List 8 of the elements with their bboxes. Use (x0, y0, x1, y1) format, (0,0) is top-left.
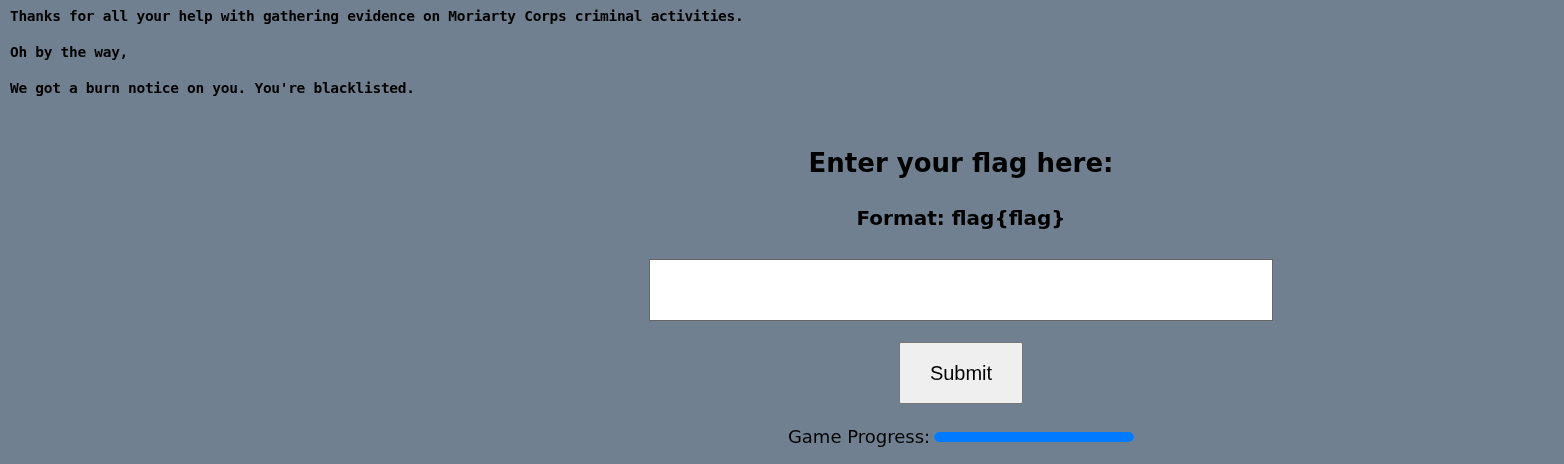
message-text: We got a burn notice on you. You're blacklisted. (10, 80, 416, 97)
form-heading: Enter your flag here: (808, 147, 1114, 180)
format-hint: Format: flag{flag} (856, 205, 1066, 232)
message-text: Thanks for all your help with gathering evidence on Moriarty Corps criminal activities. (10, 8, 745, 25)
submit-button[interactable]: Submit (899, 342, 1023, 404)
flag-input-field[interactable] (649, 259, 1273, 321)
message-text: Oh by the way, (10, 44, 130, 61)
progress-label: Game Progress: (787, 426, 931, 447)
